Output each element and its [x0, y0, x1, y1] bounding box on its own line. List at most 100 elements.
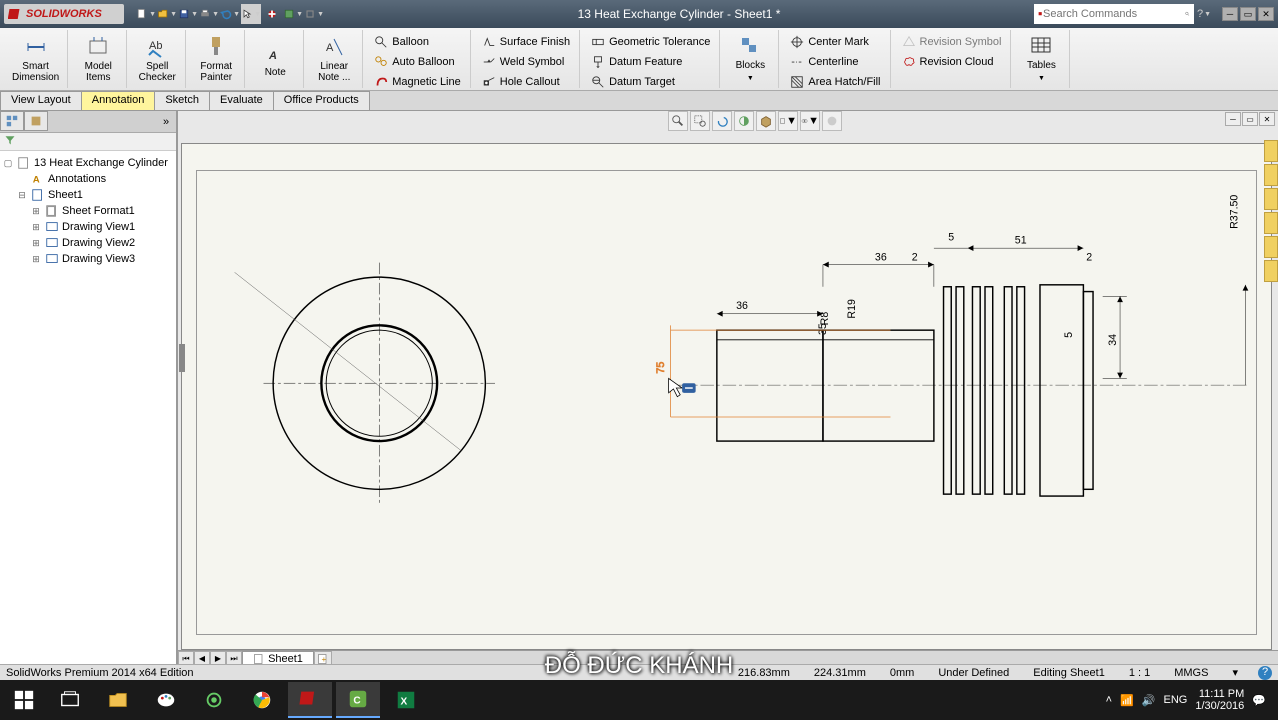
chrome-taskbar-icon[interactable]: [240, 682, 284, 718]
drawing-canvas[interactable]: 36 2 5 51 2 R19 35 R8 36: [181, 143, 1272, 650]
doc-restore-button[interactable]: ▭: [1242, 112, 1258, 126]
revision-cloud-icon: [902, 55, 916, 69]
linear-note-button[interactable]: A Linear Note ...: [312, 33, 356, 85]
svg-text:36: 36: [875, 252, 887, 264]
minimize-button[interactable]: ─: [1222, 7, 1238, 21]
display-style-button[interactable]: ▼: [778, 111, 798, 131]
file-explorer-taskbar-icon[interactable]: [96, 682, 140, 718]
undo-icon[interactable]: ▼: [220, 4, 240, 24]
tray-network-icon[interactable]: 📶: [1120, 694, 1134, 707]
zoom-fit-button[interactable]: [668, 111, 688, 131]
taskpane-view-palette-button[interactable]: [1264, 212, 1278, 234]
heads-up-view-toolbar: ▼ ▼: [668, 111, 842, 133]
tab-office-products[interactable]: Office Products: [273, 91, 370, 110]
filter-icon[interactable]: [4, 134, 16, 146]
task-view-button[interactable]: [48, 682, 92, 718]
tab-sketch[interactable]: Sketch: [154, 91, 210, 110]
weld-symbol-button[interactable]: Weld Symbol: [479, 52, 573, 71]
feature-manager-tab[interactable]: [0, 111, 24, 131]
section-view-button[interactable]: [734, 111, 754, 131]
scene-button[interactable]: [822, 111, 842, 131]
tab-evaluate[interactable]: Evaluate: [209, 91, 274, 110]
tray-volume-icon[interactable]: 🔊: [1142, 694, 1156, 707]
spell-checker-icon: Ab: [145, 35, 169, 59]
command-manager-tabs: View Layout Annotation Sketch Evaluate O…: [0, 91, 1278, 111]
zoom-area-button[interactable]: [690, 111, 710, 131]
tree-drawing-view2[interactable]: ⊞Drawing View2: [2, 235, 174, 251]
panel-resize-handle[interactable]: [179, 344, 185, 372]
tray-clock[interactable]: 11:11 PM 1/30/2016: [1195, 688, 1244, 712]
center-mark-button[interactable]: Center Mark: [787, 32, 883, 51]
magnetic-line-button[interactable]: Magnetic Line: [371, 72, 464, 91]
surface-finish-button[interactable]: Surface Finish: [479, 32, 573, 51]
tray-show-hidden-icon[interactable]: ˄: [1106, 694, 1112, 706]
new-icon[interactable]: ▼: [136, 4, 156, 24]
taskpane-design-library-button[interactable]: [1264, 164, 1278, 186]
status-help-icon[interactable]: ?: [1258, 666, 1272, 680]
tab-view-layout[interactable]: View Layout: [0, 91, 82, 110]
paint-taskbar-icon[interactable]: [144, 682, 188, 718]
maximize-button[interactable]: ▭: [1240, 7, 1256, 21]
datum-target-button[interactable]: Datum Target: [588, 72, 713, 91]
tree-annotations[interactable]: AAnnotations: [2, 171, 174, 187]
help-icon[interactable]: ?▼: [1194, 4, 1214, 24]
tray-notifications-icon[interactable]: 💬: [1252, 694, 1266, 707]
auto-balloon-button[interactable]: Auto Balloon: [371, 52, 464, 71]
close-button[interactable]: ✕: [1258, 7, 1274, 21]
search-icon[interactable]: [1185, 7, 1190, 21]
taskpane-appearances-button[interactable]: [1264, 236, 1278, 258]
revision-cloud-button[interactable]: Revision Cloud: [899, 52, 1005, 71]
datum-feature-button[interactable]: Datum Feature: [588, 52, 713, 71]
excel-taskbar-icon[interactable]: X: [384, 682, 428, 718]
centerline-button[interactable]: Centerline: [787, 52, 883, 71]
tree-drawing-view1[interactable]: ⊞Drawing View1: [2, 219, 174, 235]
blocks-button[interactable]: Blocks ▼: [728, 32, 772, 86]
print-icon[interactable]: ▼: [199, 4, 219, 24]
model-items-button[interactable]: Model Items: [76, 33, 120, 85]
area-hatch-button[interactable]: Area Hatch/Fill: [787, 72, 883, 91]
surface-finish-icon: [482, 35, 496, 49]
format-painter-button[interactable]: Format Painter: [194, 33, 238, 85]
options-icon[interactable]: ▼: [283, 4, 303, 24]
search-input[interactable]: [1043, 8, 1185, 20]
open-icon[interactable]: ▼: [157, 4, 177, 24]
tray-language[interactable]: ENG: [1164, 694, 1188, 706]
tree-sheet-format[interactable]: ⊞Sheet Format1: [2, 203, 174, 219]
solidworks-taskbar-icon[interactable]: [288, 682, 332, 718]
smart-dimension-button[interactable]: Smart Dimension: [10, 33, 61, 85]
taskpane-resources-button[interactable]: [1264, 140, 1278, 162]
camtasia-taskbar-icon[interactable]: C: [336, 682, 380, 718]
select-icon[interactable]: ▼: [241, 4, 261, 24]
settings-icon[interactable]: ▼: [304, 4, 324, 24]
balloon-button[interactable]: Balloon: [371, 32, 464, 51]
view-orientation-button[interactable]: [756, 111, 776, 131]
orbit-taskbar-icon[interactable]: [192, 682, 236, 718]
property-manager-tab[interactable]: [24, 111, 48, 131]
tree-sheet1[interactable]: ⊟Sheet1: [2, 187, 174, 203]
tree-root[interactable]: ▢13 Heat Exchange Cylinder: [2, 155, 174, 171]
hole-callout-icon: [482, 75, 496, 89]
tables-icon: [1029, 34, 1053, 58]
drawing-sheet[interactable]: 36 2 5 51 2 R19 35 R8 36: [196, 170, 1257, 635]
taskpane-file-explorer-button[interactable]: [1264, 188, 1278, 210]
save-icon[interactable]: ▼: [178, 4, 198, 24]
rebuild-icon[interactable]: [262, 4, 282, 24]
note-button[interactable]: A Note: [253, 39, 297, 80]
geometric-tolerance-button[interactable]: Geometric Tolerance: [588, 32, 713, 51]
svg-text:R19: R19: [846, 299, 858, 319]
tables-button[interactable]: Tables ▼: [1019, 32, 1063, 86]
status-units[interactable]: MMGS: [1170, 667, 1212, 679]
taskpane-custom-props-button[interactable]: [1264, 260, 1278, 282]
doc-close-button[interactable]: ✕: [1259, 112, 1275, 126]
spell-checker-button[interactable]: Ab Spell Checker: [135, 33, 179, 85]
doc-minimize-button[interactable]: ─: [1225, 112, 1241, 126]
search-commands-box[interactable]: [1034, 4, 1194, 24]
expand-panel-button[interactable]: »: [156, 111, 176, 132]
status-options-icon[interactable]: ▾: [1228, 666, 1242, 679]
previous-view-button[interactable]: [712, 111, 732, 131]
hide-show-button[interactable]: ▼: [800, 111, 820, 131]
tree-drawing-view3[interactable]: ⊞Drawing View3: [2, 251, 174, 267]
tab-annotation[interactable]: Annotation: [81, 91, 156, 110]
start-button[interactable]: [4, 682, 44, 718]
hole-callout-button[interactable]: Hole Callout: [479, 72, 573, 91]
